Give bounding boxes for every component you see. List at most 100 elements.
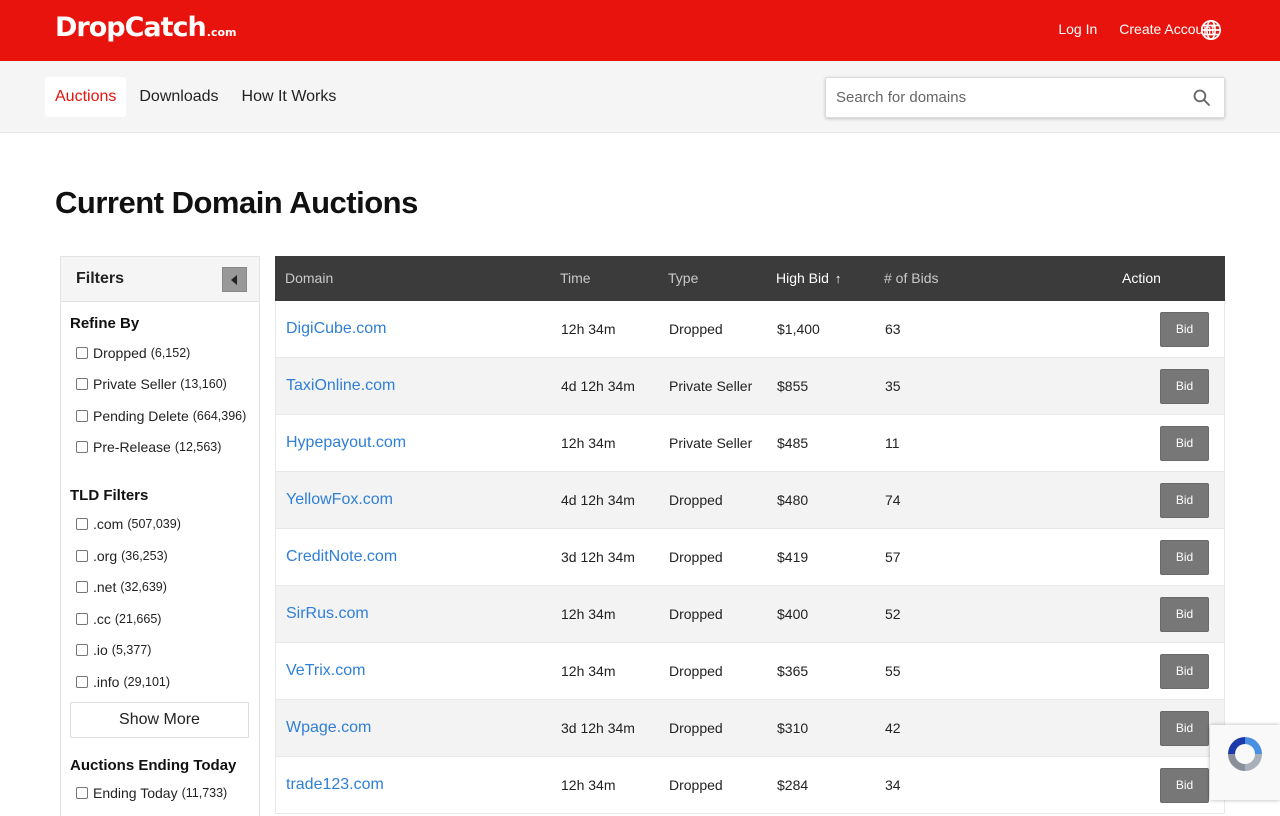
filter-count: (11,733) (181, 786, 228, 800)
checkbox[interactable] (76, 644, 88, 656)
bid-button[interactable]: Bid (1160, 768, 1209, 803)
bid-button[interactable]: Bid (1160, 597, 1209, 632)
table-row: VeTrix.com 12h 34m Dropped $365 55 Bid (275, 643, 1225, 700)
tab-how-it-works[interactable]: How It Works (232, 77, 347, 117)
high-bid: $400 (777, 606, 809, 622)
column-num-bids[interactable]: # of Bids (884, 270, 938, 286)
filter-tld-io[interactable]: .io (5,377) (76, 642, 151, 658)
time-remaining: 4d 12h 34m (561, 492, 635, 508)
checkbox[interactable] (76, 441, 88, 453)
domain-link[interactable]: DigiCube.com (286, 320, 386, 338)
arrow-up-icon: ↑ (834, 271, 842, 286)
filter-pending-delete[interactable]: Pending Delete (664,396) (76, 408, 246, 424)
filter-tld-net[interactable]: .net (32,639) (76, 579, 167, 595)
bid-button[interactable]: Bid (1160, 369, 1209, 404)
filter-tld-cc[interactable]: .cc (21,665) (76, 611, 161, 627)
high-bid: $1,400 (777, 321, 820, 337)
auction-type: Private Seller (669, 378, 753, 394)
tab-downloads[interactable]: Downloads (129, 77, 228, 117)
checkbox[interactable] (76, 613, 88, 625)
column-high-bid[interactable]: High Bid ↑ (776, 270, 841, 286)
dropcatch-logo[interactable]: DropCatch.com (55, 12, 237, 43)
checkbox[interactable] (76, 787, 88, 799)
column-high-bid-label: High Bid (776, 270, 829, 286)
domain-link[interactable]: YellowFox.com (286, 491, 393, 509)
domain-link[interactable]: CreditNote.com (286, 548, 397, 566)
checkbox[interactable] (76, 550, 88, 562)
column-time[interactable]: Time (560, 270, 591, 286)
filter-label: .net (93, 579, 117, 595)
domain-link[interactable]: VeTrix.com (286, 662, 365, 680)
domain-link[interactable]: TaxiOnline.com (286, 377, 395, 395)
bid-button[interactable]: Bid (1160, 483, 1209, 518)
filters-panel: Filters Refine By Dropped (6,152) Private… (60, 256, 260, 816)
auction-type: Private Seller (669, 435, 753, 451)
filter-private-seller[interactable]: Private Seller (13,160) (76, 376, 227, 392)
auction-type: Dropped (669, 606, 723, 622)
show-more-button[interactable]: Show More (70, 702, 249, 738)
time-remaining: 3d 12h 34m (561, 549, 635, 565)
auctions-table: Domain Time Type High Bid ↑ # of Bids Act… (275, 256, 1225, 814)
time-remaining: 4d 12h 34m (561, 378, 635, 394)
time-remaining: 12h 34m (561, 777, 616, 793)
bid-count: 57 (885, 549, 901, 565)
logo-text: DropCatch (55, 12, 207, 43)
bid-button[interactable]: Bid (1160, 540, 1209, 575)
refine-by-title: Refine By (70, 315, 140, 332)
filter-label: Dropped (93, 345, 147, 361)
bid-count: 52 (885, 606, 901, 622)
table-row: DigiCube.com 12h 34m Dropped $1,400 63 Bid (275, 301, 1225, 358)
domain-link[interactable]: SirRus.com (286, 605, 369, 623)
collapse-filters-button[interactable] (222, 267, 247, 292)
search-box (825, 77, 1225, 118)
auctions-ending-today-title: Auctions Ending Today (70, 757, 237, 774)
bid-button[interactable]: Bid (1160, 654, 1209, 689)
table-row: TaxiOnline.com 4d 12h 34m Private Seller $8… (275, 358, 1225, 415)
filter-count: (12,563) (174, 440, 222, 454)
domain-link[interactable]: trade123.com (286, 776, 384, 794)
checkbox[interactable] (76, 581, 88, 593)
high-bid: $365 (777, 663, 809, 679)
auction-type: Dropped (669, 549, 723, 565)
main-nav: Auctions Downloads How It Works (0, 61, 1280, 133)
tab-auctions[interactable]: Auctions (45, 77, 127, 117)
checkbox[interactable] (76, 347, 88, 359)
filter-tld-org[interactable]: .org (36,253) (76, 548, 168, 564)
time-remaining: 3d 12h 34m (561, 720, 635, 736)
table-row: trade123.com 12h 34m Dropped $284 34 Bid (275, 757, 1225, 814)
globe-icon[interactable] (1200, 19, 1222, 41)
high-bid: $284 (777, 777, 809, 793)
filter-ending-today[interactable]: Ending Today (11,733) (76, 785, 227, 801)
checkbox[interactable] (76, 410, 88, 422)
bid-button[interactable]: Bid (1160, 426, 1209, 461)
table-row: Hypepayout.com 12h 34m Private Seller $485 1… (275, 415, 1225, 472)
filter-label: .io (93, 642, 108, 658)
recaptcha-badge[interactable] (1210, 725, 1280, 800)
filter-count: (29,101) (123, 675, 171, 689)
filter-label: .com (93, 516, 124, 532)
logo-tld: .com (206, 26, 237, 39)
filter-label: Pre-Release (93, 439, 171, 455)
filter-count: (21,665) (114, 612, 162, 626)
filter-count: (6,152) (150, 346, 191, 360)
filter-dropped[interactable]: Dropped (6,152) (76, 345, 190, 361)
checkbox[interactable] (76, 676, 88, 688)
search-input[interactable] (826, 78, 1176, 117)
column-type[interactable]: Type (668, 270, 698, 286)
domain-link[interactable]: Hypepayout.com (286, 434, 406, 452)
checkbox[interactable] (76, 518, 88, 530)
time-remaining: 12h 34m (561, 321, 616, 337)
checkbox[interactable] (76, 378, 88, 390)
filter-count: (664,396) (192, 409, 247, 423)
filter-tld-com[interactable]: .com (507,039) (76, 516, 181, 532)
high-bid: $310 (777, 720, 809, 736)
bid-button[interactable]: Bid (1160, 312, 1209, 347)
bid-button[interactable]: Bid (1160, 711, 1209, 746)
login-link[interactable]: Log In (1058, 21, 1097, 37)
domain-link[interactable]: Wpage.com (286, 719, 371, 737)
column-domain[interactable]: Domain (285, 270, 333, 286)
search-icon[interactable] (1192, 88, 1212, 108)
filters-header: Filters (61, 257, 259, 302)
filter-tld-info[interactable]: .info (29,101) (76, 674, 170, 690)
filter-pre-release[interactable]: Pre-Release (12,563) (76, 439, 221, 455)
